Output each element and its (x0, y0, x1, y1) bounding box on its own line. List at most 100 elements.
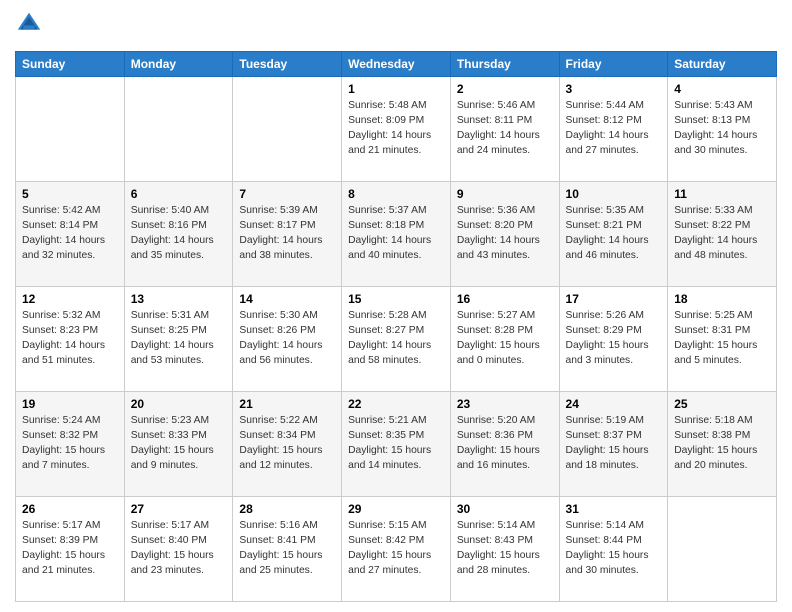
calendar-cell: 5Sunrise: 5:42 AMSunset: 8:14 PMDaylight… (16, 182, 125, 287)
day-number: 25 (674, 397, 770, 411)
calendar-cell: 11 Sunrise: 5:33 AMSunset: 8:22 PMDayligh… (668, 182, 777, 287)
day-info: Sunrise: 5:14 AMSunset: 8:44 PMDaylight:… (566, 519, 662, 579)
header (15, 10, 777, 43)
day-number: 28 (239, 502, 335, 516)
day-info: Sunrise: 5:17 AMSunset: 8:40 PMDaylight:… (131, 519, 227, 579)
calendar-body: 1 Sunrise: 5:48 AMSunset: 8:09 PMDaylight… (16, 77, 777, 602)
weekday-header-sunday: Sunday (16, 52, 125, 77)
calendar-cell: 6 Sunrise: 5:40 AMSunset: 8:16 PMDaylight… (124, 182, 233, 287)
day-info: Sunrise: 5:40 AMSunset: 8:16 PMDaylight:… (131, 204, 227, 264)
calendar-cell: 16 Sunrise: 5:27 AMSunset: 8:28 PMDayligh… (450, 287, 559, 392)
day-number: 18 (674, 292, 770, 306)
calendar-cell: 28Sunrise: 5:16 AMSunset: 8:41 PMDayligh… (233, 497, 342, 602)
day-number: 26 (22, 502, 118, 516)
calendar-cell: 7 Sunrise: 5:39 AMSunset: 8:17 PMDaylight… (233, 182, 342, 287)
calendar-cell: 29 Sunrise: 5:15 AMSunset: 8:42 PMDayligh… (342, 497, 451, 602)
day-info: Sunrise: 5:39 AMSunset: 8:17 PMDaylight:… (239, 204, 335, 264)
day-number: 20 (131, 397, 227, 411)
day-number: 24 (566, 397, 662, 411)
page: SundayMondayTuesdayWednesdayThursdayFrid… (0, 0, 792, 612)
day-info: Sunrise: 5:25 AMSunset: 8:31 PMDaylight:… (674, 309, 770, 369)
day-info: Sunrise: 5:37 AMSunset: 8:18 PMDaylight:… (348, 204, 444, 264)
day-info: Sunrise: 5:32 AMSunset: 8:23 PMDaylight:… (22, 309, 118, 369)
day-number: 8 (348, 187, 444, 201)
calendar-cell (16, 77, 125, 182)
calendar-cell: 26 Sunrise: 5:17 AMSunset: 8:39 PMDayligh… (16, 497, 125, 602)
day-info: Sunrise: 5:19 AMSunset: 8:37 PMDaylight:… (566, 414, 662, 474)
day-number: 22 (348, 397, 444, 411)
weekday-header-row: SundayMondayTuesdayWednesdayThursdayFrid… (16, 52, 777, 77)
logo-icon (15, 10, 43, 38)
calendar-cell: 10Sunrise: 5:35 AMSunset: 8:21 PMDayligh… (559, 182, 668, 287)
calendar-cell: 30 Sunrise: 5:14 AMSunset: 8:43 PMDayligh… (450, 497, 559, 602)
day-info: Sunrise: 5:18 AMSunset: 8:38 PMDaylight:… (674, 414, 770, 474)
day-number: 7 (239, 187, 335, 201)
day-number: 9 (457, 187, 553, 201)
calendar-week-4: 19 Sunrise: 5:24 AMSunset: 8:32 PMDayligh… (16, 392, 777, 497)
day-number: 19 (22, 397, 118, 411)
day-number: 6 (131, 187, 227, 201)
calendar-week-1: 1 Sunrise: 5:48 AMSunset: 8:09 PMDaylight… (16, 77, 777, 182)
day-number: 27 (131, 502, 227, 516)
day-info: Sunrise: 5:17 AMSunset: 8:39 PMDaylight:… (22, 519, 118, 579)
day-info: Sunrise: 5:33 AMSunset: 8:22 PMDaylight:… (674, 204, 770, 264)
calendar-cell: 21 Sunrise: 5:22 AMSunset: 8:34 PMDayligh… (233, 392, 342, 497)
calendar-cell: 23Sunrise: 5:20 AMSunset: 8:36 PMDayligh… (450, 392, 559, 497)
day-info: Sunrise: 5:21 AMSunset: 8:35 PMDaylight:… (348, 414, 444, 474)
weekday-header-friday: Friday (559, 52, 668, 77)
calendar-cell: 25 Sunrise: 5:18 AMSunset: 8:38 PMDayligh… (668, 392, 777, 497)
day-info: Sunrise: 5:43 AMSunset: 8:13 PMDaylight:… (674, 99, 770, 159)
day-info: Sunrise: 5:26 AMSunset: 8:29 PMDaylight:… (566, 309, 662, 369)
day-number: 16 (457, 292, 553, 306)
calendar-week-2: 5Sunrise: 5:42 AMSunset: 8:14 PMDaylight… (16, 182, 777, 287)
day-number: 11 (674, 187, 770, 201)
calendar-cell: 24 Sunrise: 5:19 AMSunset: 8:37 PMDayligh… (559, 392, 668, 497)
calendar-cell: 31 Sunrise: 5:14 AMSunset: 8:44 PMDayligh… (559, 497, 668, 602)
calendar-cell: 14 Sunrise: 5:30 AMSunset: 8:26 PMDayligh… (233, 287, 342, 392)
weekday-header-wednesday: Wednesday (342, 52, 451, 77)
day-info: Sunrise: 5:24 AMSunset: 8:32 PMDaylight:… (22, 414, 118, 474)
weekday-header-thursday: Thursday (450, 52, 559, 77)
day-number: 21 (239, 397, 335, 411)
day-number: 15 (348, 292, 444, 306)
day-info: Sunrise: 5:44 AMSunset: 8:12 PMDaylight:… (566, 99, 662, 159)
weekday-header-monday: Monday (124, 52, 233, 77)
day-number: 29 (348, 502, 444, 516)
day-number: 23 (457, 397, 553, 411)
calendar-cell (233, 77, 342, 182)
calendar-cell: 19 Sunrise: 5:24 AMSunset: 8:32 PMDayligh… (16, 392, 125, 497)
calendar-cell: 12Sunrise: 5:32 AMSunset: 8:23 PMDayligh… (16, 287, 125, 392)
calendar-week-3: 12Sunrise: 5:32 AMSunset: 8:23 PMDayligh… (16, 287, 777, 392)
day-info: Sunrise: 5:14 AMSunset: 8:43 PMDaylight:… (457, 519, 553, 579)
calendar-cell: 15 Sunrise: 5:28 AMSunset: 8:27 PMDayligh… (342, 287, 451, 392)
calendar-cell: 8 Sunrise: 5:37 AMSunset: 8:18 PMDaylight… (342, 182, 451, 287)
day-number: 3 (566, 82, 662, 96)
weekday-header-saturday: Saturday (668, 52, 777, 77)
day-info: Sunrise: 5:28 AMSunset: 8:27 PMDaylight:… (348, 309, 444, 369)
day-number: 30 (457, 502, 553, 516)
calendar-cell: 22 Sunrise: 5:21 AMSunset: 8:35 PMDayligh… (342, 392, 451, 497)
calendar-cell: 9 Sunrise: 5:36 AMSunset: 8:20 PMDaylight… (450, 182, 559, 287)
day-info: Sunrise: 5:22 AMSunset: 8:34 PMDaylight:… (239, 414, 335, 474)
day-number: 4 (674, 82, 770, 96)
day-number: 2 (457, 82, 553, 96)
calendar-cell: 1 Sunrise: 5:48 AMSunset: 8:09 PMDaylight… (342, 77, 451, 182)
weekday-header-tuesday: Tuesday (233, 52, 342, 77)
day-number: 31 (566, 502, 662, 516)
day-info: Sunrise: 5:46 AMSunset: 8:11 PMDaylight:… (457, 99, 553, 159)
calendar-week-5: 26 Sunrise: 5:17 AMSunset: 8:39 PMDayligh… (16, 497, 777, 602)
day-number: 14 (239, 292, 335, 306)
calendar-header: SundayMondayTuesdayWednesdayThursdayFrid… (16, 52, 777, 77)
day-info: Sunrise: 5:36 AMSunset: 8:20 PMDaylight:… (457, 204, 553, 264)
day-info: Sunrise: 5:23 AMSunset: 8:33 PMDaylight:… (131, 414, 227, 474)
calendar-cell: 4 Sunrise: 5:43 AMSunset: 8:13 PMDaylight… (668, 77, 777, 182)
day-info: Sunrise: 5:48 AMSunset: 8:09 PMDaylight:… (348, 99, 444, 159)
day-number: 1 (348, 82, 444, 96)
day-info: Sunrise: 5:15 AMSunset: 8:42 PMDaylight:… (348, 519, 444, 579)
day-info: Sunrise: 5:27 AMSunset: 8:28 PMDaylight:… (457, 309, 553, 369)
calendar-table: SundayMondayTuesdayWednesdayThursdayFrid… (15, 51, 777, 602)
calendar-cell: 27 Sunrise: 5:17 AMSunset: 8:40 PMDayligh… (124, 497, 233, 602)
day-info: Sunrise: 5:30 AMSunset: 8:26 PMDaylight:… (239, 309, 335, 369)
day-number: 5 (22, 187, 118, 201)
day-info: Sunrise: 5:35 AMSunset: 8:21 PMDaylight:… (566, 204, 662, 264)
